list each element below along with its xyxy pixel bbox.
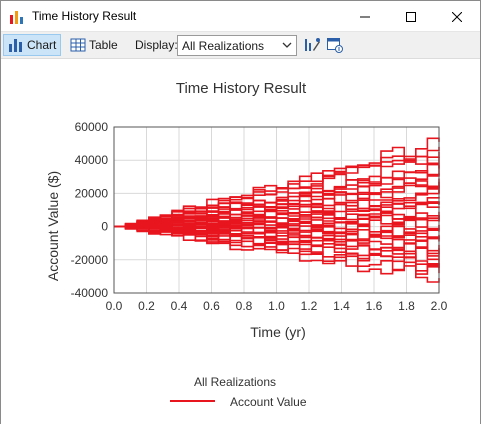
bar-chart-icon [9, 39, 22, 52]
window-title: Time History Result [32, 9, 137, 23]
chevron-down-icon [282, 42, 292, 48]
export-settings-icon[interactable] [326, 36, 344, 54]
x-tick-label: 1.8 [398, 299, 415, 313]
x-axis-ticks: 0.0 0.2 0.4 0.6 0.8 1.0 1.2 1.4 1.6 1.8 2.0 [106, 299, 448, 313]
x-tick-label: 1.2 [301, 299, 318, 313]
x-tick-label: 2.0 [431, 299, 448, 313]
time-history-chart[interactable]: Time History Result 60000 40000 20000 0 -200… [1, 60, 480, 424]
x-tick-label: 0.4 [171, 299, 188, 313]
legend-series-label: Account Value [230, 395, 307, 409]
time-history-window: Time History Result Chart Table Display:… [0, 0, 481, 424]
close-icon [452, 11, 462, 22]
maximize-button[interactable] [388, 1, 434, 32]
y-tick-label: 0 [101, 220, 108, 234]
x-tick-label: 1.6 [366, 299, 383, 313]
y-tick-label: 60000 [75, 120, 109, 134]
chart-properties-icon[interactable] [303, 36, 321, 54]
y-tick-label: 20000 [75, 186, 109, 200]
minimize-icon [360, 16, 370, 17]
table-icon [70, 38, 86, 52]
y-axis-label: Account Value ($) [45, 171, 61, 281]
y-tick-label: -20000 [71, 253, 109, 267]
chart-view-button[interactable]: Chart [3, 34, 62, 56]
y-tick-label: 40000 [75, 153, 109, 167]
table-view-button[interactable]: Table [66, 34, 122, 56]
legend-title: All Realizations [194, 375, 276, 389]
display-select[interactable]: All Realizations [177, 35, 297, 56]
x-tick-label: 1.0 [268, 299, 285, 313]
display-select-value: All Realizations [182, 39, 265, 53]
bar-chart-app-icon [10, 11, 23, 24]
x-tick-label: 0.0 [106, 299, 123, 313]
chart-panel: Time History Result 60000 40000 20000 0 -200… [1, 60, 480, 424]
x-tick-label: 0.2 [138, 299, 155, 313]
chart-title: Time History Result [176, 80, 307, 97]
y-tick-label: -40000 [71, 286, 109, 300]
x-axis-label: Time (yr) [250, 324, 305, 340]
x-tick-label: 1.4 [333, 299, 350, 313]
y-axis-ticks: 60000 40000 20000 0 -20000 -40000 [71, 120, 109, 300]
table-label: Table [89, 38, 118, 52]
display-label: Display: [135, 38, 178, 52]
minimize-button[interactable] [342, 1, 388, 32]
toolbar: Chart Table Display: All Realizations [1, 32, 480, 59]
chart-label: Chart [27, 38, 57, 52]
x-tick-label: 0.8 [236, 299, 253, 313]
close-button[interactable] [434, 1, 480, 32]
maximize-icon [406, 11, 416, 22]
x-tick-label: 0.6 [203, 299, 220, 313]
title-bar: Time History Result [1, 1, 480, 32]
